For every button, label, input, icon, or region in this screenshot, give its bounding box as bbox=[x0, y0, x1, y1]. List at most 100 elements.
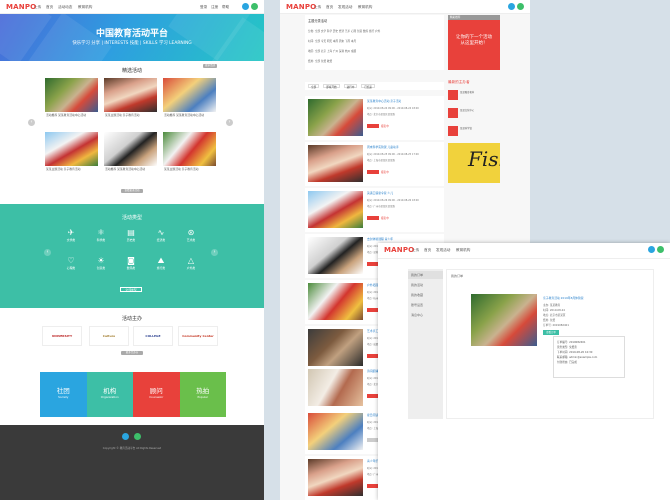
nav-discover[interactable]: 发现活动 bbox=[436, 248, 450, 253]
activity-image bbox=[308, 99, 363, 136]
view-order-button[interactable]: 查看订单 bbox=[543, 330, 559, 335]
wechat-icon[interactable] bbox=[657, 246, 664, 253]
nav-home[interactable]: 首页 bbox=[46, 5, 53, 10]
organizer-logo bbox=[448, 126, 458, 136]
category-history[interactable]: ▤ 历史类 bbox=[120, 228, 142, 242]
top-nav: MANPO 上传 首页 发现活动 教育机构 bbox=[378, 243, 670, 259]
organizer-item[interactable]: 某某科学馆 bbox=[448, 124, 500, 142]
logo: MANPO bbox=[384, 246, 415, 254]
list-item[interactable]: 周末科学实验课 儿童动手 时间: 2019-08-25 09:00 - 2019-… bbox=[305, 142, 444, 186]
tab-ended[interactable]: 已结束 bbox=[361, 84, 376, 89]
nav-org[interactable]: 教育机构 bbox=[358, 5, 372, 10]
sidebar-item-messages[interactable]: 消息中心 bbox=[408, 311, 443, 319]
filter-category[interactable]: 分类: 全部 文学 科学 历史 经济 艺术 心理 创意 数码 旅行 户外 bbox=[308, 29, 380, 33]
organizer-logo[interactable]: COLLEGE bbox=[133, 326, 173, 346]
activity-card[interactable]: 某某主题活动 亲子教育活动 bbox=[104, 78, 157, 126]
nav-org[interactable]: 教育机构 bbox=[78, 5, 92, 10]
nav-login[interactable]: 登录 bbox=[200, 5, 207, 10]
category-psychology[interactable]: ♡ 心理类 bbox=[60, 256, 82, 270]
activity-card[interactable]: 某某主题活动 亲子教育活动 bbox=[163, 132, 216, 180]
list-item[interactable]: 某某教育中心活动 亲子活动 时间: 2019-08-24 09:00 - 2019… bbox=[305, 96, 444, 140]
sidebar-item-settings[interactable]: 账号设置 bbox=[408, 301, 443, 309]
organizer-logo[interactable]: Community Center bbox=[178, 326, 218, 346]
user-sidebar: 我的订单 我的活动 我的收藏 账号设置 消息中心 bbox=[408, 269, 443, 419]
tab-upcoming[interactable]: 即将开始 bbox=[323, 84, 340, 89]
promo-tag: 精彩推荐 bbox=[448, 15, 500, 20]
activity-card[interactable]: 某某主题活动 亲子教育活动 bbox=[45, 132, 98, 180]
nav-help[interactable]: 帮助 bbox=[222, 5, 229, 10]
ad-image[interactable]: Fish bbox=[448, 143, 500, 183]
order-line: 地点: 北京市某某区 bbox=[543, 314, 566, 317]
weibo-icon[interactable] bbox=[508, 3, 515, 10]
more-organizers-button[interactable]: 更多主办方 bbox=[121, 351, 143, 355]
next-arrow-icon[interactable]: › bbox=[226, 119, 233, 126]
category-digital[interactable]: ◙ 数码类 bbox=[120, 256, 142, 270]
tile-society[interactable]: 社团 Society bbox=[40, 372, 87, 417]
nav-home[interactable]: 首页 bbox=[326, 5, 333, 10]
tile-popular[interactable]: 热拍 Popular bbox=[179, 372, 226, 417]
prev-arrow-icon[interactable]: ‹ bbox=[28, 119, 35, 126]
activity-image bbox=[45, 132, 98, 166]
nav-upload[interactable]: 上传 bbox=[412, 248, 419, 253]
weibo-icon[interactable] bbox=[122, 433, 129, 440]
nav-discover[interactable]: 发现活动 bbox=[338, 5, 352, 10]
nav-upload[interactable]: 上传 bbox=[314, 5, 321, 10]
tab-all[interactable]: 全部 bbox=[308, 84, 320, 89]
activity-card[interactable]: 活动推荐 某某教育活动中心活动 bbox=[104, 132, 157, 180]
wechat-icon[interactable] bbox=[134, 433, 141, 440]
filter-fee[interactable]: 费用: 全部 免费 收费 bbox=[308, 59, 332, 63]
category-literature[interactable]: ✈ 文学类 bbox=[60, 228, 82, 242]
activity-card[interactable]: 活动推荐 某某教育活动中心活动 bbox=[45, 78, 98, 126]
sidebar-item-orders[interactable]: 我的订单 bbox=[408, 271, 443, 279]
weibo-icon[interactable] bbox=[242, 3, 249, 10]
more-button[interactable]: 更多活动 bbox=[203, 64, 217, 68]
logo: MANPO bbox=[286, 3, 317, 11]
activity-image bbox=[163, 78, 216, 112]
wechat-icon[interactable] bbox=[251, 3, 258, 10]
order-page-panel: MANPO 上传 首页 发现活动 教育机构 我的订单 我的活动 我的收藏 账号设… bbox=[378, 243, 670, 500]
activity-image bbox=[308, 283, 363, 320]
next-arrow-icon[interactable]: › bbox=[211, 249, 218, 256]
tile-organization[interactable]: 机构 Organization bbox=[86, 372, 133, 417]
signup-button[interactable] bbox=[367, 170, 379, 174]
filter-area[interactable]: 地区: 全部 北京 上海 广州 深圳 杭州 成都 bbox=[308, 49, 356, 53]
promo-banner[interactable]: 精彩推荐 让你的下一个活动 从这里开始！ bbox=[448, 15, 500, 70]
nav-org[interactable]: 教育机构 bbox=[456, 248, 470, 253]
weibo-icon[interactable] bbox=[648, 246, 655, 253]
order-title[interactable]: 亲子教育活动 2019年8月体验营 bbox=[543, 296, 584, 300]
organizers-section: 活动主办 UNIVERSITY Culture COLLEGE Communit… bbox=[0, 310, 264, 368]
order-line: 时间: 2019-08-24 bbox=[543, 309, 565, 312]
tab-ongoing[interactable]: 进行中 bbox=[343, 84, 358, 89]
filter-time[interactable]: 时间: 全部 今天 明天 本周 周末 下周 本月 bbox=[308, 39, 356, 43]
signup-button[interactable] bbox=[367, 124, 379, 128]
category-economy[interactable]: ∿ 经济类 bbox=[150, 228, 172, 242]
organizer-logo[interactable]: UNIVERSITY bbox=[42, 326, 82, 346]
organizer-item[interactable]: 某某教育机构 bbox=[448, 88, 500, 106]
organizer-logo[interactable]: Culture bbox=[89, 326, 129, 346]
view-all-button[interactable]: 查看更多活动 bbox=[121, 189, 143, 193]
signup-button[interactable] bbox=[367, 216, 379, 220]
list-item[interactable]: 英语口语夏令营 少儿 时间: 2019-08-26 09:00 - 2019-08… bbox=[305, 188, 444, 232]
organizer-item[interactable]: 某某文化中心 bbox=[448, 106, 500, 124]
tile-counselor[interactable]: 顾问 Counselor bbox=[133, 372, 180, 417]
activity-image bbox=[45, 78, 98, 112]
prev-arrow-icon[interactable]: ‹ bbox=[44, 249, 51, 256]
all-categories-button[interactable]: 全部类型 bbox=[120, 287, 142, 292]
sidebar-item-favorites[interactable]: 我的收藏 bbox=[408, 291, 443, 299]
category-art[interactable]: ⊛ 艺术类 bbox=[180, 228, 202, 242]
activity-card[interactable]: 活动推荐 某某教育活动中心活动 bbox=[163, 78, 216, 126]
category-travel[interactable]: ⛰ 旅行类 bbox=[150, 256, 172, 270]
service-tiles: 社团 Society 机构 Organization 顾问 Counselor 热拍 P… bbox=[40, 372, 226, 417]
wechat-icon[interactable] bbox=[517, 3, 524, 10]
nav-news[interactable]: 活动动态 bbox=[58, 5, 72, 10]
nav-home[interactable]: 首页 bbox=[424, 248, 431, 253]
activity-image bbox=[104, 132, 157, 166]
sidebar-item-activities[interactable]: 我的活动 bbox=[408, 281, 443, 289]
organizers-title: 最新的主办者 bbox=[448, 80, 470, 84]
category-science[interactable]: ⚛ 科学类 bbox=[90, 228, 112, 242]
nav-register[interactable]: 注册 bbox=[211, 5, 218, 10]
nav-upload[interactable]: 上传 bbox=[34, 5, 41, 10]
category-outdoor[interactable]: △ 户外类 bbox=[180, 256, 202, 270]
category-creative[interactable]: ☀ 创意类 bbox=[90, 256, 112, 270]
activity-image bbox=[308, 459, 363, 496]
